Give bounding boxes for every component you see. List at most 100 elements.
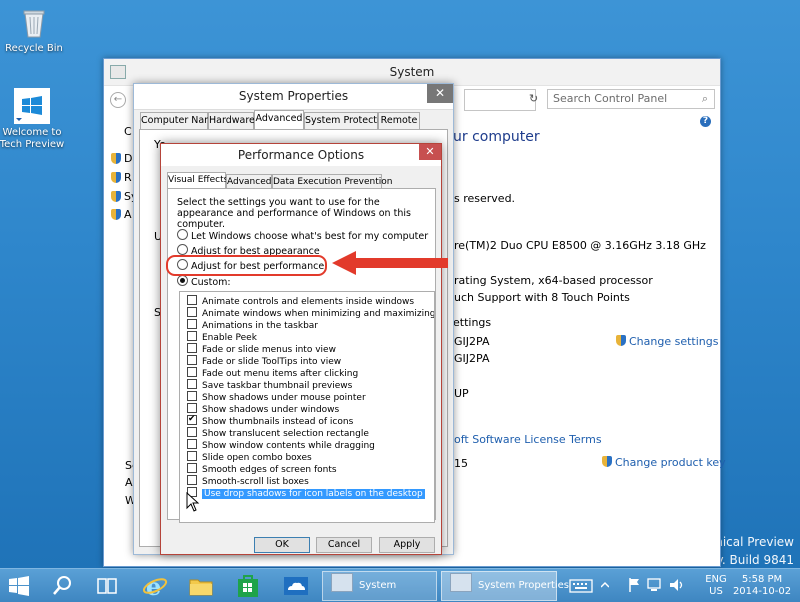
effect-label: Fade or slide menus into view [202,345,336,355]
effect-item[interactable]: Fade out menu items after clicking [187,367,358,379]
close-icon[interactable]: ✕ [419,144,441,160]
checkbox[interactable] [187,307,197,317]
back-arrow-icon[interactable]: ← [110,92,126,108]
ok-button[interactable]: OK [254,537,310,553]
onedrive-icon[interactable] [283,575,309,597]
checkbox[interactable] [187,391,197,401]
start-windows-icon[interactable] [8,575,30,597]
checkbox[interactable] [187,475,197,485]
taskbar-button-system[interactable]: System [322,571,437,601]
change-settings-label: Change settings [629,335,719,348]
checkbox[interactable] [187,403,197,413]
left-nav-fragment-0[interactable]: C [124,125,132,138]
effect-label: Show translucent selection rectangle [202,429,369,439]
desktop-icon-welcome[interactable]: Welcome to Tech Preview [0,88,67,151]
tab-advanced[interactable]: Advanced [254,110,304,130]
settings-heading: ettings [453,316,492,329]
network-icon[interactable] [646,577,662,593]
radio-button[interactable] [177,244,188,255]
effect-label: Show shadows under windows [202,405,340,415]
taskbar-button-system-properties[interactable]: System Properties [441,571,569,601]
checkbox[interactable] [187,451,197,461]
effect-item[interactable]: Fade or slide menus into view [187,343,336,355]
help-icon[interactable]: ? [700,116,711,127]
tab-computer-name[interactable]: Computer Name [140,112,219,129]
change-settings-link[interactable]: Change settings [616,335,718,348]
checkbox[interactable] [187,367,197,377]
tab-remote[interactable]: Remote [378,112,420,129]
system-titlebar[interactable]: System [104,59,720,86]
language-indicator[interactable]: ENG US [702,574,730,598]
checkbox[interactable] [187,379,197,389]
language-line2: US [709,586,723,597]
effect-item[interactable]: Animate controls and elements inside win… [187,295,414,307]
radio-button-selected[interactable] [177,275,188,286]
search-icon[interactable] [52,575,74,597]
clock[interactable]: 5:58 PM 2014-10-02 [730,574,794,598]
effect-item[interactable]: Animations in the taskbar [187,319,318,331]
speaker-icon[interactable] [668,577,686,593]
close-icon[interactable]: ✕ [427,84,453,103]
left-nav-fragment-4[interactable]: A [124,208,132,221]
effect-item[interactable]: Show thumbnails instead of icons [187,413,354,427]
effect-item[interactable]: Smooth-scroll list boxes [187,475,309,487]
shield-icon [111,172,121,183]
radio-let-windows-choose[interactable]: Let Windows choose what's best for my co… [177,229,428,242]
desktop-icon-recycle-bin[interactable]: Recycle Bin [0,6,69,55]
tab-system-protection[interactable]: System Protection [304,112,392,129]
effect-item[interactable]: Slide open combo boxes [187,451,312,463]
effect-item[interactable]: Show shadows under windows [187,403,339,415]
effect-item[interactable]: Enable Peek [187,331,257,343]
store-icon[interactable] [236,574,260,598]
visual-effects-pane: Select the settings you want to use for … [167,188,436,523]
effect-label: Show thumbnails instead of icons [202,417,354,427]
checkbox[interactable] [187,319,197,329]
checkbox[interactable] [187,343,197,353]
checkbox[interactable] [187,331,197,341]
left-nav-fragment-2[interactable]: R [124,171,132,184]
search-input[interactable]: Search Control Panel ⌕ [547,89,715,109]
address-path[interactable] [464,89,536,111]
checkbox-checked[interactable] [187,413,197,425]
system-properties-title: System Properties [238,89,349,103]
svg-text:e: e [146,573,161,599]
workgroup-value: UP [454,387,469,400]
tab-data-execution-prevention[interactable]: Data Execution Prevention [272,174,393,189]
apply-button[interactable]: Apply [379,537,435,553]
license-terms-link[interactable]: oft Software License Terms [454,433,602,446]
checkbox[interactable] [187,463,197,473]
refresh-icon[interactable]: ↻ [529,89,543,109]
tab-hardware[interactable]: Hardware [208,112,255,129]
effect-item[interactable]: Show translucent selection rectangle [187,427,369,439]
flag-icon[interactable] [628,577,640,593]
checkbox[interactable] [187,355,197,365]
effect-item[interactable]: Show window contents while dragging [187,439,375,451]
performance-options-titlebar[interactable]: Performance Options ✕ [161,144,441,166]
visual-effects-list[interactable]: Animate controls and elements inside win… [179,291,435,523]
effect-label: Animate windows when minimizing and maxi… [202,309,435,319]
chevron-up-icon[interactable] [600,580,610,590]
system-properties-titlebar[interactable]: System Properties ✕ [134,84,453,110]
checkbox[interactable] [187,295,197,305]
checkbox[interactable] [187,427,197,437]
checkbox[interactable] [187,439,197,449]
cancel-button[interactable]: Cancel [316,537,372,553]
clock-date: 2014-10-02 [732,586,792,597]
effect-item[interactable]: Fade or slide ToolTips into view [187,355,341,367]
radio-button[interactable] [177,229,188,240]
effect-item-selected[interactable]: Use drop shadows for icon labels on the … [187,487,425,499]
effect-label: Slide open combo boxes [202,453,312,463]
task-view-icon[interactable] [96,575,118,597]
file-explorer-icon[interactable] [189,575,213,597]
left-nav-fragment-1[interactable]: D [124,152,132,165]
keyboard-icon[interactable] [569,578,593,594]
effect-item[interactable]: Show shadows under mouse pointer [187,391,366,403]
radio-custom[interactable]: Custom: [177,275,231,288]
internet-explorer-icon[interactable]: e [142,572,168,601]
effect-item[interactable]: Smooth edges of screen fonts [187,463,337,475]
change-product-key-link[interactable]: Change product key [602,456,726,469]
effect-item[interactable]: Animate windows when minimizing and maxi… [187,307,435,319]
effect-item[interactable]: Save taskbar thumbnail previews [187,379,352,391]
desktop-icon-label: Welcome to Tech Preview [0,127,65,150]
tab-advanced[interactable]: Advanced [226,174,272,189]
